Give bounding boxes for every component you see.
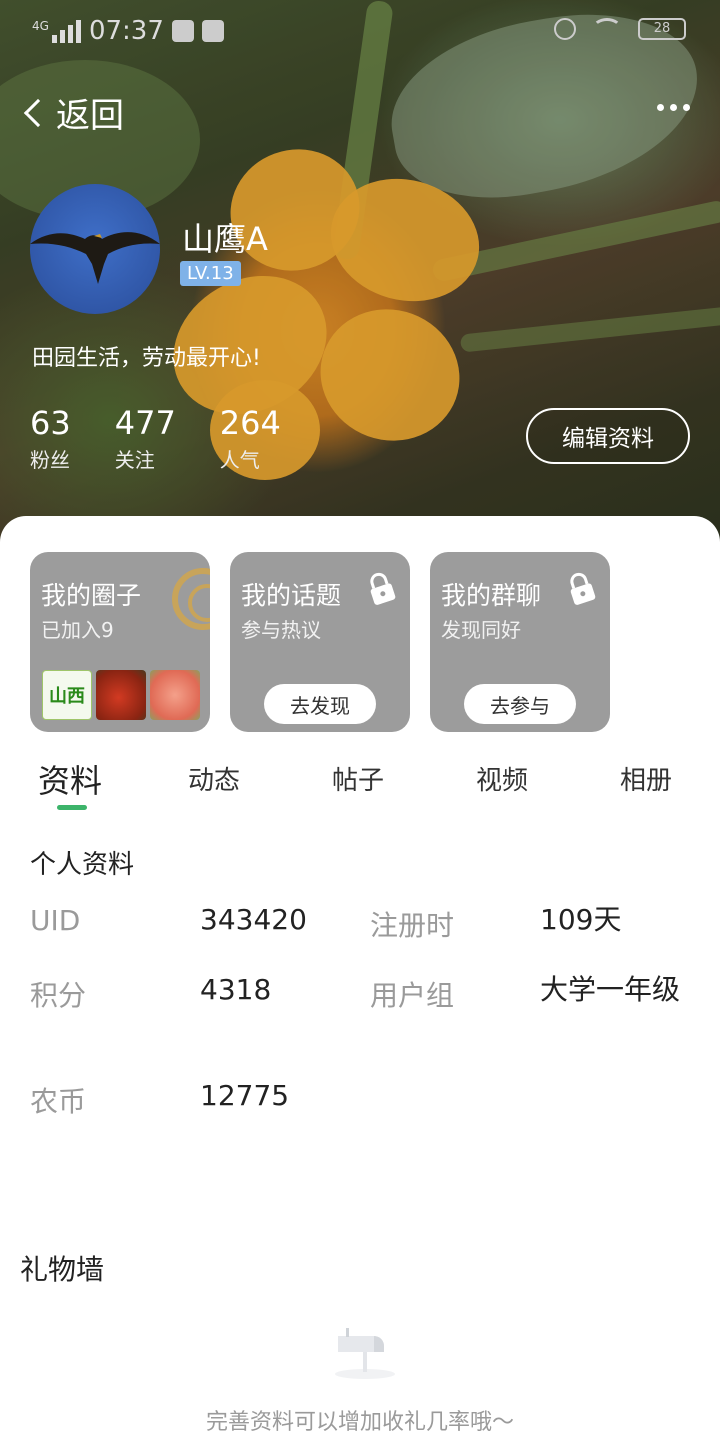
card-subtitle: 参与热议 bbox=[241, 618, 321, 642]
info-label: 注册时 bbox=[370, 909, 455, 942]
stat-value: 63 bbox=[30, 404, 71, 442]
edit-profile-button[interactable]: 编辑资料 bbox=[526, 408, 690, 464]
card-title: 我的群聊 bbox=[441, 581, 542, 610]
stat-label: 关注 bbox=[114, 448, 155, 472]
lock-icon bbox=[570, 572, 596, 605]
circle-thumbnails: 山西 bbox=[42, 670, 200, 720]
empty-mailbox-icon bbox=[335, 1328, 395, 1379]
bio: 田园生活，劳动最开心! bbox=[32, 346, 261, 371]
circle-thumb[interactable] bbox=[150, 670, 200, 720]
stat-label: 人气 bbox=[219, 448, 260, 472]
info-value: 大学一年级 bbox=[540, 973, 681, 1006]
stat-fans[interactable]: 63 粉丝 bbox=[30, 404, 71, 473]
profile-tabs: 资料 动态 帖子 视频 相册 bbox=[0, 756, 720, 816]
card-title: 我的圈子 bbox=[41, 581, 142, 610]
active-tab-indicator bbox=[57, 805, 87, 810]
avatar[interactable] bbox=[30, 184, 160, 314]
info-label: 用户组 bbox=[370, 979, 455, 1012]
info-value: 343420 bbox=[200, 903, 307, 936]
wifi-icon bbox=[592, 18, 622, 40]
back-label: 返回 bbox=[56, 96, 124, 136]
more-menu-button[interactable] bbox=[657, 104, 690, 111]
tab-videos[interactable]: 视频 bbox=[476, 760, 528, 797]
join-button[interactable]: 去参与 bbox=[464, 684, 576, 724]
info-value: 12775 bbox=[200, 1079, 290, 1112]
circle-thumb[interactable] bbox=[96, 670, 146, 720]
circle-logo-icon bbox=[172, 568, 210, 630]
status-bar: 4G 07:37 28 bbox=[0, 0, 720, 62]
discover-button[interactable]: 去发现 bbox=[264, 684, 376, 724]
info-value: 109天 bbox=[540, 903, 622, 936]
tab-album[interactable]: 相册 bbox=[620, 760, 672, 797]
section-title-profile: 个人资料 bbox=[30, 850, 135, 880]
gift-empty-text: 完善资料可以增加收礼几率哦～ bbox=[205, 1410, 514, 1435]
message-icon bbox=[201, 20, 224, 42]
stat-following[interactable]: 477 关注 bbox=[115, 404, 176, 473]
back-button[interactable]: 返回 bbox=[20, 88, 124, 137]
info-label: 积分 bbox=[30, 979, 87, 1012]
level-badge: LV.13 bbox=[180, 261, 241, 286]
section-title-gifts: 礼物墙 bbox=[20, 1253, 105, 1286]
feature-cards: 我的圈子 已加入9 山西 我的话题 参与热议 去发现 我的群聊 发现同好 去参与 bbox=[30, 552, 610, 732]
profile-stats: 63 粉丝 477 关注 264 人气 bbox=[30, 404, 281, 473]
card-title: 我的话题 bbox=[241, 581, 342, 610]
status-time: 07:37 bbox=[88, 16, 164, 46]
stat-label: 粉丝 bbox=[30, 448, 70, 472]
circle-thumb[interactable]: 山西 bbox=[42, 670, 92, 720]
info-label: UID bbox=[30, 904, 81, 937]
info-value: 4318 bbox=[200, 973, 272, 1006]
battery-icon: 28 bbox=[638, 18, 686, 40]
tab-activity[interactable]: 动态 bbox=[188, 760, 240, 797]
lock-icon bbox=[370, 572, 396, 605]
info-label: 农币 bbox=[30, 1085, 87, 1118]
signal-icon: 4G bbox=[32, 19, 81, 43]
stat-popularity[interactable]: 264 人气 bbox=[220, 404, 281, 473]
stat-value: 264 bbox=[219, 404, 281, 442]
notification-icon bbox=[171, 20, 194, 42]
card-subtitle: 已加入9 bbox=[41, 618, 114, 642]
tab-posts[interactable]: 帖子 bbox=[332, 760, 384, 797]
alarm-icon bbox=[554, 18, 576, 40]
chevron-left-icon bbox=[23, 98, 53, 127]
my-circles-card[interactable]: 我的圈子 已加入9 山西 bbox=[30, 552, 210, 732]
stat-value: 477 bbox=[114, 404, 176, 442]
my-groups-card[interactable]: 我的群聊 发现同好 去参与 bbox=[430, 552, 610, 732]
eagle-icon bbox=[30, 232, 160, 284]
card-subtitle: 发现同好 bbox=[441, 618, 521, 642]
username: 山鹰A bbox=[182, 220, 268, 258]
my-topics-card[interactable]: 我的话题 参与热议 去发现 bbox=[230, 552, 410, 732]
tab-profile[interactable]: 资料 bbox=[38, 756, 102, 802]
